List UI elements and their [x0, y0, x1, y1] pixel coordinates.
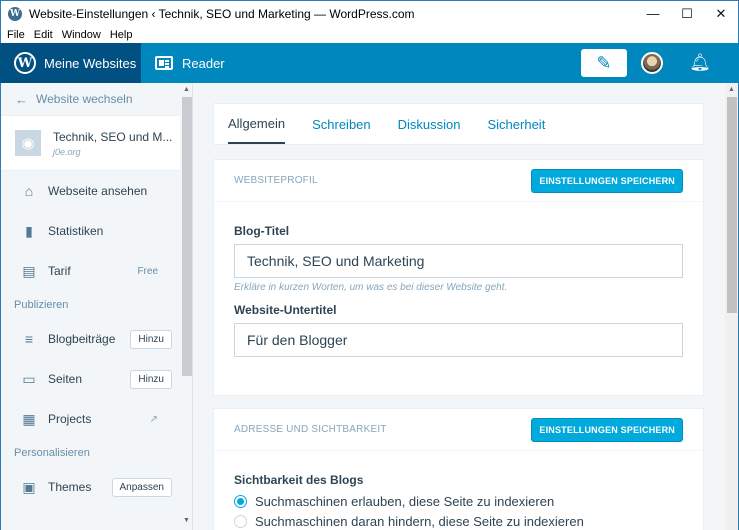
clipboard-icon: ▤ [22, 262, 36, 279]
site-name: Technik, SEO und M... [53, 129, 173, 144]
masterbar: W Meine Websites Reader ✎ 🔔︎ [0, 43, 739, 83]
visibility-heading: ADRESSE UND SICHTBARKEIT [234, 424, 387, 435]
main-content: Allgemein Schreiben Diskussion Sicherhei… [193, 83, 725, 530]
site-profile-heading: WEBSITEPROFIL [234, 175, 318, 186]
switch-site-label: Website wechseln [36, 92, 133, 106]
blog-title-label: Blog-Titel [234, 224, 290, 238]
sidebar-scroll-thumb[interactable] [182, 97, 192, 376]
settings-tabs: Allgemein Schreiben Diskussion Sicherhei… [213, 103, 704, 145]
main-scroll-thumb[interactable] [727, 97, 737, 313]
section-publish: Publizieren [14, 299, 69, 311]
menu-help[interactable]: Help [110, 29, 133, 41]
scroll-up-icon[interactable]: ▲ [183, 86, 190, 93]
minimize-button[interactable]: — [636, 1, 670, 27]
plan-badge: Free [137, 265, 158, 277]
close-button[interactable]: ✕ [704, 1, 738, 27]
tab-discussion[interactable]: Diskussion [398, 104, 461, 144]
visibility-option-label: Suchmaschinen erlauben, diese Seite zu i… [255, 494, 555, 509]
sidebar-item-label: Seiten [48, 372, 83, 386]
visibility-option-label: Suchmaschinen daran hindern, diese Seite… [255, 514, 584, 529]
current-site[interactable]: ◉ Technik, SEO und M... j0e.org [1, 115, 180, 171]
menu-bar: File Edit Window Help [0, 26, 739, 43]
sidebar-item-label: Themes [48, 480, 92, 494]
save-settings-button[interactable]: EINSTELLUNGEN SPEICHERN [531, 417, 683, 442]
save-settings-button[interactable]: EINSTELLUNGEN SPEICHERN [531, 168, 683, 193]
sidebar-item-pages[interactable]: ▭ Seiten Hinzu [1, 359, 180, 399]
sidebar-item-label: Tarif [48, 264, 71, 278]
portfolio-icon: ▦ [22, 410, 36, 427]
globe-icon: ◉ [15, 130, 41, 156]
posts-icon: ≡ [24, 331, 34, 347]
site-profile-header: WEBSITEPROFIL EINSTELLUNGEN SPEICHERN [214, 160, 703, 202]
themes-icon: ▣ [22, 478, 36, 495]
write-post-button[interactable]: ✎ [581, 49, 627, 77]
visibility-card: ADRESSE UND SICHTBARKEIT EINSTELLUNGEN S… [213, 408, 704, 530]
window-title: Website-Einstellungen ‹ Technik, SEO und… [29, 6, 415, 21]
customize-button[interactable]: Anpassen [111, 477, 172, 497]
reader-button[interactable]: Reader [155, 56, 225, 71]
pages-icon: ▭ [22, 370, 36, 387]
visibility-header: ADRESSE UND SICHTBARKEIT EINSTELLUNGEN S… [214, 409, 703, 451]
visibility-option-block[interactable]: Suchmaschinen daran hindern, diese Seite… [234, 514, 683, 529]
house-icon: ⌂ [24, 183, 34, 199]
reader-icon [155, 56, 173, 70]
maximize-button[interactable]: ☐ [670, 1, 704, 27]
scroll-down-icon[interactable]: ▼ [183, 517, 190, 524]
site-subtitle-label: Website-Untertitel [234, 303, 337, 317]
blog-title-hint: Erkläre in kurzen Worten, um was es bei … [234, 282, 508, 293]
my-sites-button[interactable]: W Meine Websites [0, 43, 141, 83]
notifications-button[interactable]: 🔔︎ [689, 52, 711, 74]
sidebar: ← Website wechseln ◉ Technik, SEO und M.… [0, 83, 193, 530]
radio-button[interactable] [234, 495, 247, 508]
avatar[interactable] [641, 52, 663, 74]
sidebar-item-projects[interactable]: ▦ Projects ↗ [1, 399, 180, 439]
bar-chart-icon: ▮ [25, 222, 33, 239]
menu-window[interactable]: Window [62, 29, 101, 41]
menu-edit[interactable]: Edit [34, 29, 53, 41]
scroll-up-icon[interactable]: ▲ [728, 86, 735, 93]
site-subtitle-input[interactable]: Für den Blogger [234, 323, 683, 357]
reader-label: Reader [182, 55, 225, 71]
arrow-left-icon: ← [15, 91, 28, 107]
notifications-icon: 🔔︎ [689, 53, 711, 72]
section-personalize: Personalisieren [14, 447, 90, 459]
sidebar-item-label: Projects [48, 412, 92, 426]
add-post-button[interactable]: Hinzu [130, 329, 172, 349]
wordpress-logo-icon: W [14, 52, 36, 74]
tab-writing[interactable]: Schreiben [312, 104, 371, 144]
window-titlebar: W Website-Einstellungen ‹ Technik, SEO u… [0, 0, 739, 26]
site-profile-card: WEBSITEPROFIL EINSTELLUNGEN SPEICHERN Bl… [213, 159, 704, 396]
site-domain: j0e.org [53, 146, 81, 157]
add-page-button[interactable]: Hinzu [130, 369, 172, 389]
wordpress-app-icon: W [8, 6, 22, 21]
write-post-icon: ✎ [596, 52, 612, 73]
sidebar-item-plan[interactable]: ▤ Tarif Free [1, 251, 180, 291]
external-link-icon: ↗ [149, 413, 158, 425]
sidebar-item-label: Webseite ansehen [48, 184, 148, 198]
blog-title-input[interactable]: Technik, SEO und Marketing [234, 244, 683, 278]
blog-visibility-label: Sichtbarkeit des Blogs [234, 473, 364, 487]
sidebar-item-label: Blogbeiträge [48, 332, 116, 346]
sidebar-scrollbar[interactable]: ▲ ▼ [180, 83, 192, 530]
my-sites-label: Meine Websites [44, 55, 137, 71]
sidebar-item-stats[interactable]: ▮ Statistiken [1, 211, 180, 251]
sidebar-item-view-site[interactable]: ⌂ Webseite ansehen [1, 171, 180, 211]
sidebar-item-label: Statistiken [48, 224, 104, 238]
tab-security[interactable]: Sicherheit [488, 104, 546, 144]
switch-site-link[interactable]: ← Website wechseln [1, 83, 192, 115]
radio-button[interactable] [234, 515, 247, 528]
visibility-option-allow[interactable]: Suchmaschinen erlauben, diese Seite zu i… [234, 494, 683, 509]
menu-file[interactable]: File [7, 29, 25, 41]
sidebar-item-themes[interactable]: ▣ Themes Anpassen [1, 467, 180, 507]
sidebar-item-posts[interactable]: ≡ Blogbeiträge Hinzu [1, 319, 180, 359]
main-scrollbar[interactable]: ▲ [725, 83, 739, 530]
tab-general[interactable]: Allgemein [228, 104, 286, 144]
